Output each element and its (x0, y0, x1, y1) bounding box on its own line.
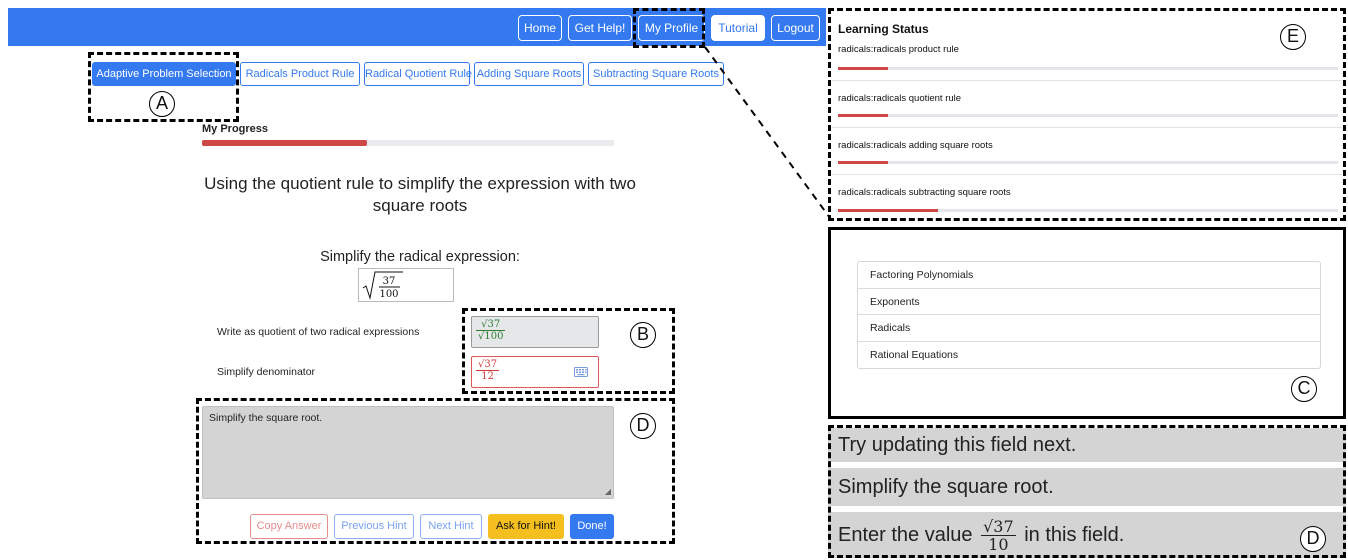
skill-mastery-fill (838, 209, 938, 212)
annotation-d2-label: D (1300, 526, 1326, 552)
skill-divider (832, 80, 1342, 81)
skill-mastery-bar (838, 161, 1338, 164)
topic-item-exponents[interactable]: Exponents (858, 289, 1320, 315)
skill-mastery-fill (838, 114, 888, 117)
topic-list: Factoring Polynomials Exponents Radicals… (857, 261, 1321, 369)
skill-name: radicals:radicals subtracting square roo… (838, 187, 1011, 198)
skill-mastery-bar (838, 114, 1338, 117)
learning-status-panel: Learning Status E radicals:radicals prod… (828, 8, 1346, 221)
topic-selection-panel: Factoring Polynomials Exponents Radicals… (828, 227, 1346, 419)
topic-item-factoring-polynomials[interactable]: Factoring Polynomials (858, 262, 1320, 289)
skill-name: radicals:radicals adding square roots (838, 140, 993, 151)
skill-name: radicals:radicals product rule (838, 44, 959, 55)
skill-name: radicals:radicals quotient rule (838, 93, 962, 104)
skill-divider (832, 127, 1342, 128)
skill-mastery-fill (838, 161, 888, 164)
topic-item-radicals[interactable]: Radicals (858, 315, 1320, 342)
topic-item-rational-equations[interactable]: Rational Equations (858, 342, 1320, 369)
skill-mastery-bar (838, 209, 1338, 212)
hint-messages-panel: Try updating this field next. Simplify t… (828, 425, 1346, 558)
skill-divider (832, 174, 1342, 175)
learning-status-title: Learning Status (838, 22, 929, 36)
annotation-d2-box (828, 425, 1346, 558)
annotation-e-label: E (1280, 24, 1306, 50)
skill-mastery-bar (838, 67, 1338, 70)
skill-mastery-fill (838, 67, 888, 70)
annotation-c-label: C (1291, 376, 1317, 402)
